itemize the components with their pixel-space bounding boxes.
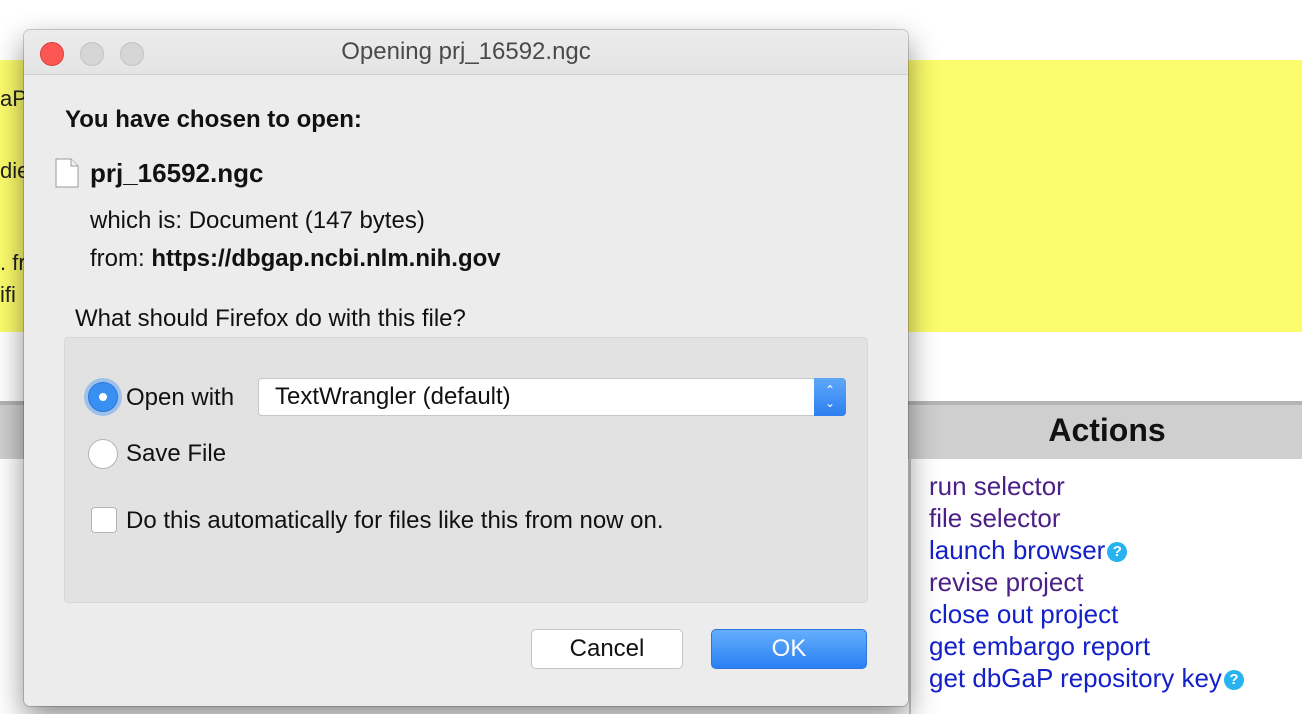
actions-heading: Actions: [1048, 412, 1166, 448]
background-text-fragment: . fr: [0, 250, 26, 275]
file-source-value: https://dbgap.ncbi.nlm.nih.gov: [151, 245, 501, 272]
application-select[interactable]: TextWrangler (default) ⌃ ⌄: [258, 378, 846, 416]
action-item: run selector: [929, 470, 1244, 502]
action-link[interactable]: file selector: [929, 503, 1061, 533]
action-item: revise project: [929, 566, 1244, 598]
action-link[interactable]: revise project: [929, 567, 1084, 597]
action-item: close out project: [929, 598, 1244, 630]
open-file-dialog: Opening prj_16592.ngc You have chosen to…: [24, 30, 908, 706]
help-icon[interactable]: ?: [1107, 542, 1128, 563]
action-item: file selector: [929, 502, 1244, 534]
save-file-radio[interactable]: [88, 439, 118, 469]
actions-list: run selector file selector launch browser?…: [929, 470, 1244, 694]
options-panel: [64, 337, 868, 603]
action-link[interactable]: get embargo report: [929, 631, 1150, 661]
background-text-fragment: ifi: [0, 282, 16, 307]
action-link[interactable]: run selector: [929, 471, 1065, 501]
file-source-row: from: https://dbgap.ncbi.nlm.nih.gov: [90, 245, 501, 273]
document-icon: [55, 158, 79, 188]
action-item: get embargo report: [929, 630, 1244, 662]
file-type-value: Document (147 bytes): [188, 207, 425, 234]
auto-action-checkbox[interactable]: [91, 507, 117, 533]
action-question: What should Firefox do with this file?: [75, 305, 466, 332]
cancel-button[interactable]: Cancel: [531, 629, 683, 669]
dialog-titlebar[interactable]: Opening prj_16592.ngc: [24, 30, 908, 75]
action-item: get dbGaP repository key?: [929, 662, 1244, 694]
dialog-heading: You have chosen to open:: [65, 106, 362, 133]
open-with-label[interactable]: Open with: [126, 384, 234, 412]
file-name: prj_16592.ngc: [90, 158, 264, 188]
open-with-radio[interactable]: [88, 382, 118, 412]
help-icon[interactable]: ?: [1223, 670, 1244, 691]
save-file-label[interactable]: Save File: [126, 440, 226, 468]
action-link[interactable]: launch browser: [929, 535, 1105, 565]
auto-action-label[interactable]: Do this automatically for files like thi…: [126, 507, 664, 535]
updown-chevron-icon: ⌃ ⌄: [814, 378, 846, 416]
application-select-value: TextWrangler (default): [275, 383, 511, 410]
action-item: launch browser?: [929, 534, 1244, 566]
file-type-label: which is:: [90, 207, 183, 234]
action-link[interactable]: close out project: [929, 599, 1118, 629]
background-text-fragment: aP: [0, 86, 27, 111]
dialog-title: Opening prj_16592.ngc: [341, 38, 591, 65]
ok-button[interactable]: OK: [711, 629, 867, 669]
action-link[interactable]: get dbGaP repository key: [929, 663, 1222, 693]
file-type-row: which is: Document (147 bytes): [90, 207, 425, 235]
column-divider: [909, 459, 911, 714]
file-source-label: from:: [90, 245, 145, 272]
